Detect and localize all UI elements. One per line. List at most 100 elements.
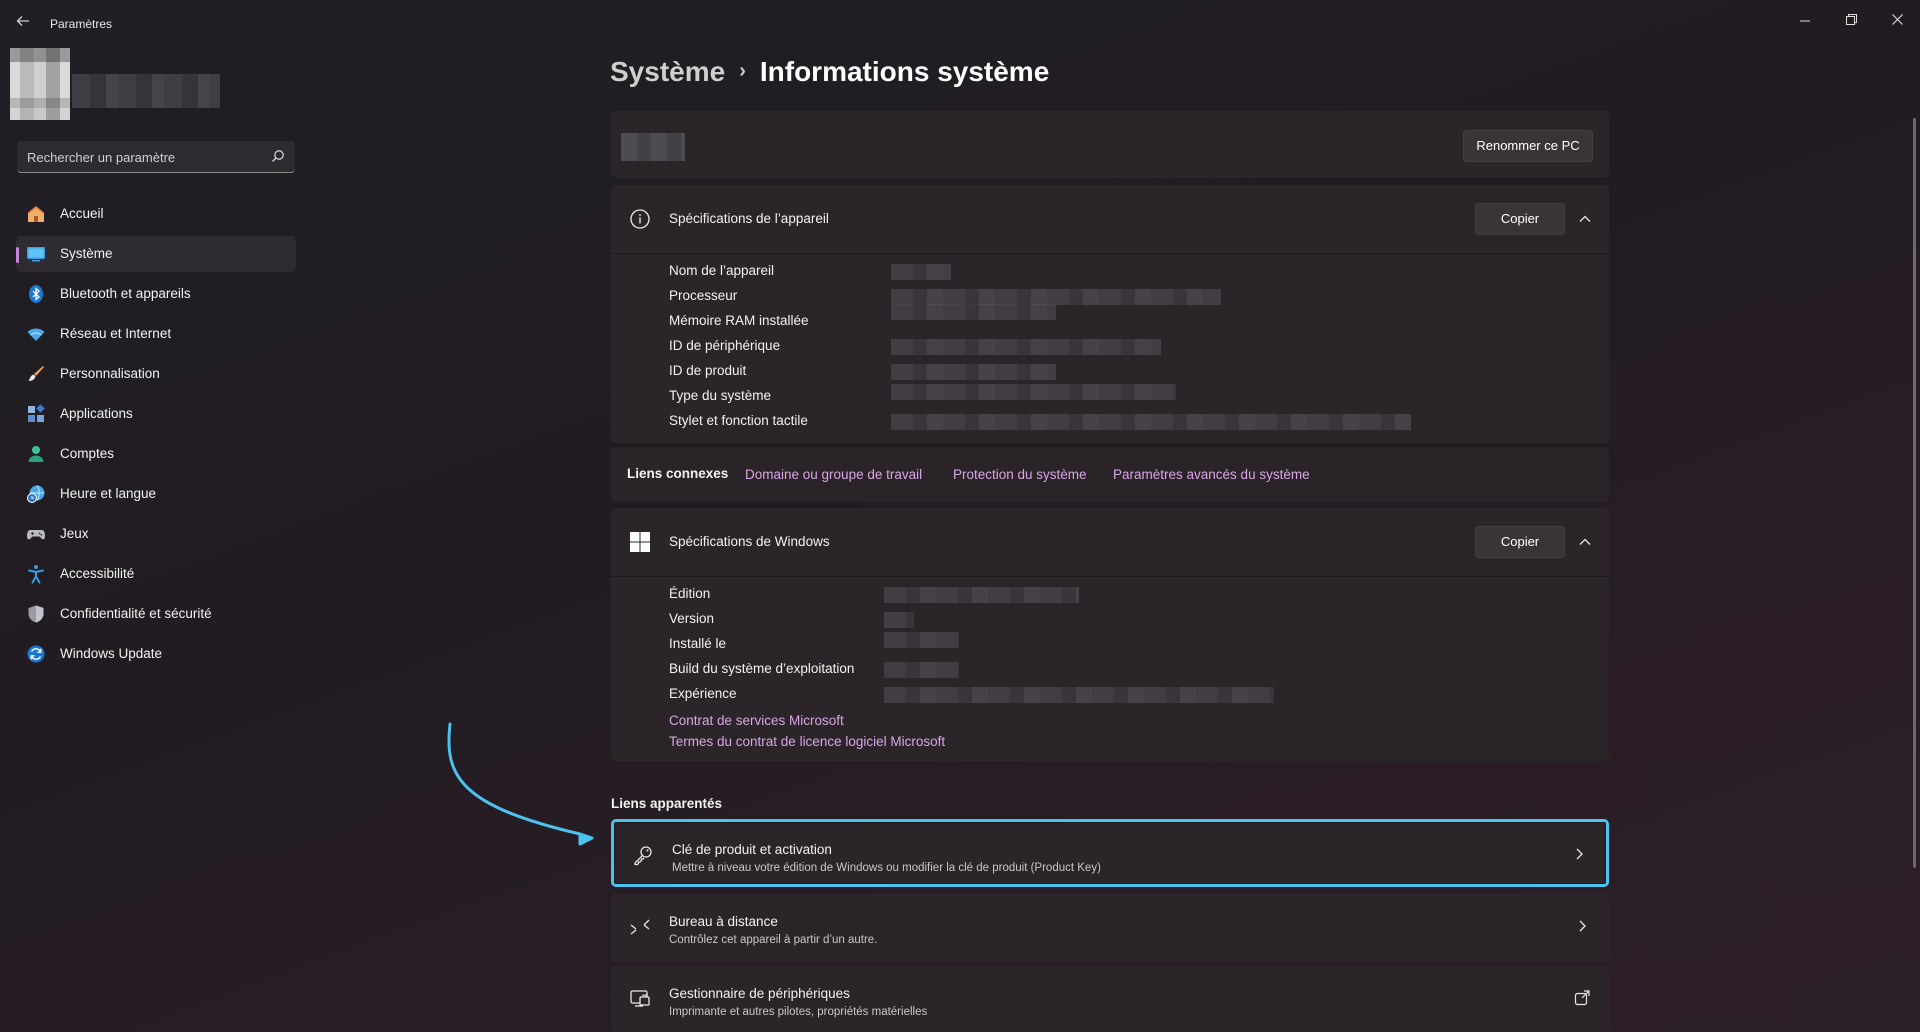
sidebar-item-jeux[interactable]: Jeux: [16, 516, 296, 552]
sidebar-item-systeme[interactable]: Système: [16, 236, 296, 272]
spec-label: Version: [669, 611, 715, 626]
remote-desktop-icon: [630, 919, 650, 935]
restore-icon: [1845, 14, 1857, 25]
sidebar-item-label: Confidentialité et sécurité: [60, 606, 212, 621]
windows-specs-header[interactable]: Spécifications de Windows Copier: [611, 508, 1609, 576]
search-input[interactable]: [27, 148, 257, 166]
wifi-icon: [27, 328, 45, 341]
sidebar-item-confidentialite[interactable]: Confidentialité et sécurité: [16, 596, 296, 632]
sidebar-item-label: Accueil: [60, 206, 104, 221]
settings-window: Paramètres Accueil Système Bluetooth et …: [0, 0, 1920, 1032]
back-button[interactable]: [12, 14, 34, 34]
chevron-up-icon[interactable]: [1575, 209, 1595, 229]
title-bar: Paramètres: [0, 0, 1920, 48]
search-box[interactable]: [17, 141, 295, 173]
windows-specs-title: Spécifications de Windows: [669, 534, 830, 549]
sidebar-item-applications[interactable]: Applications: [16, 396, 296, 432]
chevron-right-icon: [1579, 920, 1586, 932]
spec-value-blurred: [891, 264, 951, 280]
link-microsoft-services-agreement[interactable]: Contrat de services Microsoft: [669, 713, 844, 728]
close-icon: [1891, 14, 1903, 25]
shield-icon: [28, 605, 44, 623]
link-microsoft-license-terms[interactable]: Termes du contrat de licence logiciel Mi…: [669, 734, 945, 749]
sidebar-item-windows-update[interactable]: Windows Update: [16, 636, 296, 672]
sidebar-nav: Accueil Système Bluetooth et appareils R…: [16, 196, 296, 676]
item-title: Clé de produit et activation: [672, 842, 832, 857]
sidebar-item-accueil[interactable]: Accueil: [16, 196, 296, 232]
minimize-button[interactable]: [1782, 6, 1828, 36]
spec-label: Expérience: [669, 686, 737, 701]
account-icon: [28, 446, 44, 462]
spec-label: Type du système: [669, 388, 772, 403]
spec-value-blurred: [884, 632, 959, 648]
sidebar-item-label: Jeux: [60, 526, 89, 541]
spec-value-blurred: [891, 414, 1411, 430]
sidebar-item-label: Windows Update: [60, 646, 163, 661]
copy-device-specs-button[interactable]: Copier: [1475, 203, 1565, 235]
breadcrumb-parent[interactable]: Système: [610, 56, 725, 87]
home-icon: [27, 205, 45, 222]
windows-specs-card: Spécifications de Windows Copier Édition…: [611, 508, 1609, 761]
sidebar-item-label: Bluetooth et appareils: [60, 286, 191, 301]
avatar[interactable]: [10, 48, 70, 120]
spec-label: Stylet et fonction tactile: [669, 413, 808, 428]
sidebar-item-reseau[interactable]: Réseau et Internet: [16, 316, 296, 352]
sidebar-item-label: Accessibilité: [60, 566, 135, 581]
sidebar-item-comptes[interactable]: Comptes: [16, 436, 296, 472]
spec-label: ID de périphérique: [669, 338, 781, 353]
page-title: Informations système: [759, 56, 1050, 87]
spec-label: Build du système d’exploitation: [669, 661, 855, 676]
info-icon: [630, 209, 650, 229]
spec-label: Mémoire RAM installée: [669, 313, 809, 328]
sidebar-item-accessibilite[interactable]: Accessibilité: [16, 556, 296, 592]
product-key-activation-item[interactable]: Clé de produit et activation Mettre à ni…: [611, 819, 1609, 887]
spec-value-blurred: [891, 289, 1221, 305]
breadcrumb-separator: ›: [739, 60, 746, 82]
related-links-label: Liens connexes: [627, 466, 729, 481]
windows-logo-icon: [630, 532, 650, 552]
link-system-protection[interactable]: Protection du système: [953, 467, 1087, 482]
key-icon: [634, 846, 652, 866]
spec-value-blurred: [891, 339, 1161, 355]
spec-value-blurred: [884, 662, 959, 678]
minimize-icon: [1800, 20, 1810, 22]
item-title: Bureau à distance: [669, 914, 778, 929]
breadcrumb: Système › Informations système: [610, 56, 1049, 96]
app-title: Paramètres: [50, 17, 113, 31]
spec-value-blurred: [891, 304, 1056, 320]
scrollbar[interactable]: [1913, 118, 1916, 868]
sidebar-item-label: Comptes: [60, 446, 115, 461]
spec-value-blurred: [884, 687, 1274, 703]
sidebar-item-personnalisation[interactable]: Personnalisation: [16, 356, 296, 392]
spec-value-blurred: [884, 612, 914, 628]
spec-value-blurred: [891, 384, 1176, 400]
spec-label: Édition: [669, 586, 711, 601]
item-subtitle: Imprimante et autres pilotes, propriétés…: [669, 1006, 928, 1018]
item-subtitle: Contrôlez cet appareil à partir d’un aut…: [669, 934, 878, 946]
device-specs-card: Spécifications de l’appareil Copier Nom …: [611, 185, 1609, 443]
annotation-arrow: [447, 722, 594, 846]
spec-label: Nom de l’appareil: [669, 263, 775, 278]
link-domain-workgroup[interactable]: Domaine ou groupe de travail: [745, 467, 922, 482]
copy-windows-specs-button[interactable]: Copier: [1475, 526, 1565, 558]
chevron-right-icon: [1576, 848, 1583, 860]
gamepad-icon: [27, 530, 45, 540]
chevron-up-icon[interactable]: [1575, 532, 1595, 552]
apps-icon: [28, 404, 45, 422]
device-manager-item[interactable]: Gestionnaire de périphériques Imprimante…: [611, 966, 1609, 1032]
sidebar-item-heure-langue[interactable]: Heure et langue: [16, 476, 296, 512]
search-icon[interactable]: [271, 149, 285, 163]
rename-pc-button[interactable]: Renommer ce PC: [1463, 130, 1593, 162]
close-button[interactable]: [1874, 6, 1920, 36]
remote-desktop-item[interactable]: Bureau à distance Contrôlez cet appareil…: [611, 894, 1609, 962]
sidebar-item-bluetooth[interactable]: Bluetooth et appareils: [16, 276, 296, 312]
restore-button[interactable]: [1828, 6, 1874, 36]
accessibility-icon: [28, 565, 44, 584]
device-specs-header[interactable]: Spécifications de l’appareil Copier: [611, 185, 1609, 253]
related-section-title: Liens apparentés: [611, 796, 723, 811]
link-advanced-system-settings[interactable]: Paramètres avancés du système: [1113, 467, 1310, 482]
pc-name-card: Renommer ce PC: [611, 111, 1609, 178]
divider: [611, 576, 1609, 577]
sidebar-item-label: Système: [60, 246, 113, 261]
system-icon: [27, 247, 45, 262]
